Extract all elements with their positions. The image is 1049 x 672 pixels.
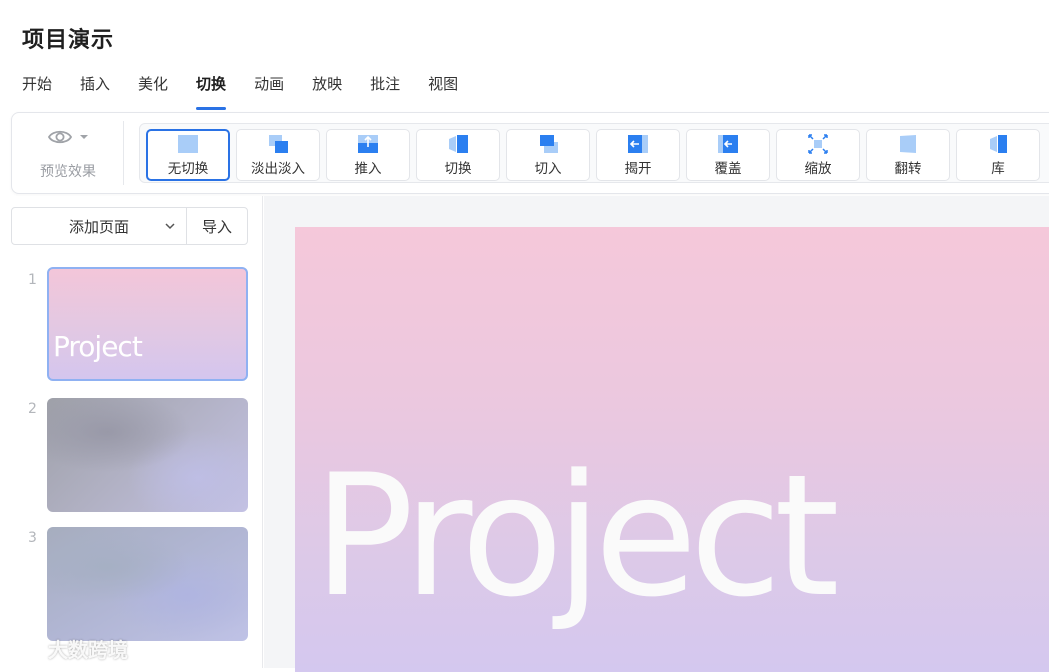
slide-number: 1 bbox=[28, 272, 37, 288]
transition-label: 无切换 bbox=[167, 160, 209, 177]
slide-thumbnail-1[interactable]: Project bbox=[47, 267, 248, 381]
slide-title[interactable]: Project bbox=[313, 452, 840, 620]
slide-number: 3 bbox=[28, 530, 37, 546]
transition-uncover[interactable]: 揭开 bbox=[596, 129, 680, 181]
app-title: 项目演示 bbox=[22, 28, 115, 53]
watermark-text: 大数跨境 bbox=[48, 638, 128, 662]
menu-tabs: 开始 插入 美化 切换 动画 放映 批注 视图 bbox=[0, 72, 464, 110]
tab-animation[interactable]: 动画 bbox=[254, 72, 284, 104]
transition-label: 覆盖 bbox=[714, 160, 742, 177]
transition-label: 揭开 bbox=[624, 160, 652, 177]
eye-icon bbox=[47, 130, 73, 144]
transition-none[interactable]: 无切换 bbox=[146, 129, 230, 181]
preview-effect-label: 预览效果 bbox=[40, 164, 96, 180]
ribbon-divider bbox=[123, 121, 124, 185]
slide-thumbnail-2[interactable] bbox=[47, 398, 248, 512]
transition-label: 库 bbox=[991, 160, 1005, 177]
slide-canvas: Project bbox=[264, 196, 1049, 672]
transition-gallery-item[interactable]: 库 bbox=[956, 129, 1040, 181]
gallery-icon bbox=[990, 134, 1007, 153]
transition-zoom[interactable]: 缩放 bbox=[776, 129, 860, 181]
transition-cover[interactable]: 覆盖 bbox=[686, 129, 770, 181]
transition-push[interactable]: 推入 bbox=[326, 129, 410, 181]
thumbnail-title: Project bbox=[53, 330, 143, 363]
tab-comments[interactable]: 批注 bbox=[370, 72, 400, 104]
flip-icon bbox=[900, 134, 916, 153]
transition-label: 推入 bbox=[354, 160, 382, 177]
transition-label: 翻转 bbox=[894, 160, 922, 177]
no-transition-icon bbox=[178, 134, 198, 153]
add-page-group: 添加页面 导入 bbox=[11, 207, 248, 245]
tab-view[interactable]: 视图 bbox=[428, 72, 458, 104]
add-page-label: 添加页面 bbox=[68, 217, 129, 236]
zoom-icon bbox=[808, 133, 828, 154]
transition-label: 淡出淡入 bbox=[251, 160, 305, 177]
cut-in-icon bbox=[540, 134, 558, 153]
tab-transition[interactable]: 切换 bbox=[196, 72, 227, 110]
chevron-down-icon[interactable] bbox=[164, 220, 176, 232]
import-button[interactable]: 导入 bbox=[186, 208, 247, 244]
caret-down-icon bbox=[80, 135, 88, 139]
watermark: 大数跨境 bbox=[8, 634, 128, 663]
tab-start[interactable]: 开始 bbox=[22, 72, 52, 104]
fade-icon bbox=[269, 134, 288, 153]
transition-label: 切换 bbox=[444, 160, 472, 177]
slide-number: 2 bbox=[28, 401, 37, 417]
transition-ribbon: 预览效果 无切换 淡出淡入 推入 切换 切入 揭开 覆盖 缩放 翻转 库 bbox=[11, 112, 1049, 194]
current-slide[interactable]: Project bbox=[295, 227, 1049, 672]
tab-beautify[interactable]: 美化 bbox=[138, 72, 168, 104]
add-page-button[interactable]: 添加页面 bbox=[12, 208, 186, 244]
transition-cut-in[interactable]: 切入 bbox=[506, 129, 590, 181]
tab-slideshow[interactable]: 放映 bbox=[312, 72, 342, 104]
slide-thumbnail-3[interactable] bbox=[47, 527, 248, 641]
preview-effect-button[interactable]: 预览效果 bbox=[12, 113, 124, 193]
transition-flip[interactable]: 翻转 bbox=[866, 129, 950, 181]
tab-insert[interactable]: 插入 bbox=[80, 72, 110, 104]
push-icon bbox=[358, 134, 378, 153]
transition-gallery: 无切换 淡出淡入 推入 切换 切入 揭开 覆盖 缩放 翻转 库 bbox=[139, 123, 1049, 183]
slide-panel: 添加页面 导入 1 Project 2 3 bbox=[0, 196, 263, 668]
cover-icon bbox=[718, 134, 738, 153]
transition-label: 缩放 bbox=[804, 160, 832, 177]
uncover-icon bbox=[628, 134, 648, 153]
transition-fade[interactable]: 淡出淡入 bbox=[236, 129, 320, 181]
transition-label: 切入 bbox=[534, 160, 562, 177]
watermark-logo-icon bbox=[8, 638, 41, 658]
switch-icon bbox=[449, 134, 468, 153]
transition-switch[interactable]: 切换 bbox=[416, 129, 500, 181]
